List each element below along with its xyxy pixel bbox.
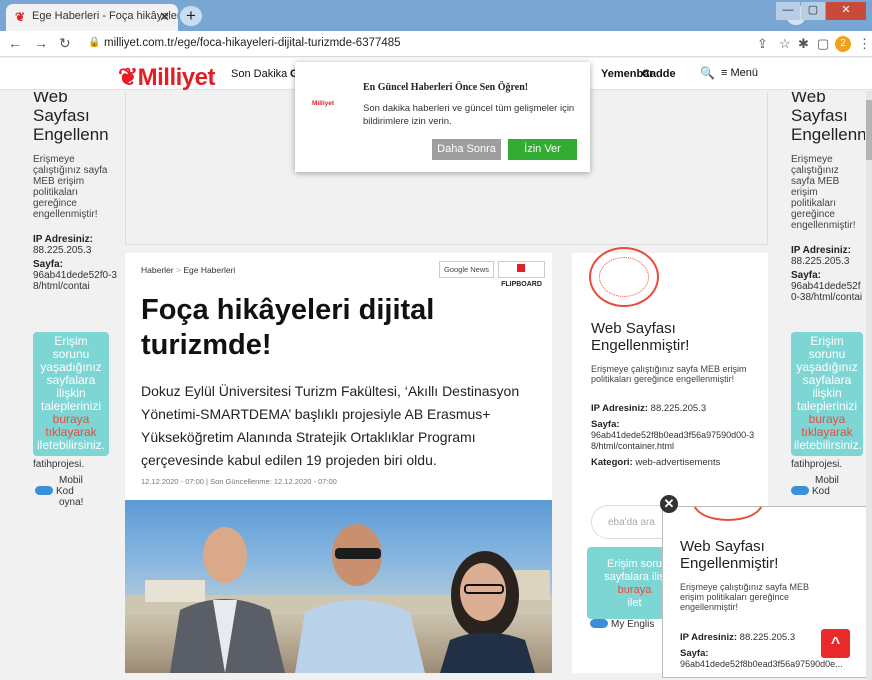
meb-seal-inner	[599, 257, 649, 297]
page-value: 96ab41dede52f0-38/html/contai	[33, 270, 117, 292]
request-link[interactable]: buraya tıklayarak	[801, 412, 852, 439]
article-photo	[125, 500, 552, 673]
browser-tab-bar: ❦ Ege Haberleri - Foça hikâyeleri di ✕ +…	[0, 0, 872, 31]
side-panel-icon[interactable]: ▢	[817, 36, 829, 52]
menu-button[interactable]: ≡ Menü	[721, 67, 758, 79]
browser-tab[interactable]: ❦ Ege Haberleri - Foça hikâyeleri di ✕	[6, 4, 178, 31]
maximize-button[interactable]: ▢	[801, 2, 825, 20]
left-blocked-panel: Web Sayfası Engellenn Erişmeye çalıştığı…	[33, 92, 123, 512]
mobil-kod-link[interactable]: Mobil Kod	[791, 475, 861, 497]
flipboard-icon	[516, 264, 525, 272]
later-button[interactable]: Daha Sonra	[432, 139, 501, 160]
extensions-icon[interactable]: ✱	[798, 36, 809, 52]
float-page-value: 96ab41dede52f8b0ead3f56a97590d0e...	[680, 659, 843, 669]
card-kategori-value: web-advertisements	[635, 457, 721, 468]
my-english-link[interactable]: My Englis	[590, 619, 654, 630]
close-window-button[interactable]: ✕	[826, 2, 866, 20]
address-bar[interactable]: 🔒 milliyet.com.tr/ege/foca-hikayeleri-di…	[86, 34, 746, 54]
blocked-message: Erişmeye çalıştığınız sayfa MEB erişim p…	[33, 154, 108, 220]
vertical-scrollbar[interactable]	[866, 91, 872, 680]
fatih-link[interactable]: fatihprojesi.	[791, 459, 842, 470]
card-ip-value: 88.225.205.3	[650, 403, 707, 414]
card-page-value: 96ab41dede52f8b0ead3f56a97590d00-38/html…	[591, 430, 755, 451]
share-icon[interactable]: ⇪	[757, 36, 768, 52]
card-ip-label: IP Adresiniz:	[591, 403, 649, 414]
search-icon[interactable]: 🔍	[700, 66, 715, 80]
new-tab-button[interactable]: +	[180, 6, 202, 26]
game-icon	[35, 486, 53, 495]
right-blocked-panel: Web Sayfası Engellenn Erişmeye çalıştığı…	[791, 92, 865, 512]
access-request-box[interactable]: Erişim sorunu yaşadığınız sayfalara iliş…	[791, 332, 863, 456]
request-link[interactable]: buraya tıklayarak	[45, 412, 96, 439]
article-dates: 12.12.2020 - 07:00 | Son Güncellenme: 12…	[141, 477, 337, 486]
scrollbar-thumb[interactable]	[866, 100, 872, 160]
popup-text: Son dakika haberleri ve güncel tüm geliş…	[363, 103, 575, 127]
tab-close-icon[interactable]: ✕	[159, 9, 170, 25]
milliyet-favicon-icon: ❦	[15, 10, 26, 24]
url-text: milliyet.com.tr/ege/foca-hikayeleri-diji…	[104, 37, 401, 49]
allow-button[interactable]: İzin Ver	[508, 139, 577, 160]
game-icon	[791, 486, 809, 495]
reload-icon[interactable]: ↻	[59, 35, 71, 52]
bookmark-star-icon[interactable]: ☆	[779, 36, 791, 52]
card-blocked-title: Web Sayfası Engellenmiştir!	[591, 320, 690, 354]
article-card: Haberler > Ege Haberleri Google News FLI…	[125, 253, 552, 673]
tab-title: Ege Haberleri - Foça hikâyeleri di	[32, 10, 178, 22]
chevron-up-icon: ^	[830, 635, 841, 652]
game-icon	[590, 619, 608, 628]
breadcrumb-separator: >	[175, 265, 181, 275]
google-news-button[interactable]: Google News	[439, 261, 494, 278]
flame-icon: ❦	[118, 64, 138, 91]
page-value: 96ab41dede52f0-38/html/contai	[791, 281, 863, 303]
close-overlay-icon[interactable]: ✕	[660, 495, 678, 513]
page-label: Sayfa:	[791, 270, 822, 281]
article-summary: Dokuz Eylül Üniversitesi Turizm Fakültes…	[141, 383, 520, 468]
breadcrumb: Haberler > Ege Haberleri	[141, 265, 235, 275]
card-blocked-message: Erişmeye çalıştığınız sayfa MEB erişim p…	[591, 364, 747, 384]
browser-menu-icon[interactable]: ⋮	[858, 36, 871, 52]
nav-son-dakika[interactable]: Son Dakika	[231, 68, 287, 80]
lock-icon[interactable]: 🔒	[88, 37, 100, 48]
page-label: Sayfa:	[33, 259, 64, 270]
card-kategori-label: Kategori:	[591, 457, 633, 468]
float-ip-label: IP Adresiniz:	[680, 632, 738, 643]
card-page-label: Sayfa:	[591, 419, 620, 430]
blocked-message: Erişmeye çalıştığınız sayfa MEB erişim p…	[791, 154, 856, 231]
back-icon[interactable]: ←	[8, 35, 22, 51]
popup-title: En Güncel Haberleri Önce Sen Öğren!	[363, 82, 529, 93]
window-controls: — ▢ ✕	[776, 2, 866, 20]
profile-avatar[interactable]: 2	[835, 36, 851, 52]
float-blocked-title: Web Sayfası Engellenmiştir!	[680, 538, 779, 572]
blocked-title: Web Sayfası Engellenn	[33, 92, 109, 144]
browser-toolbar: ← → ↻ 🔒 milliyet.com.tr/ege/foca-hikayel…	[0, 31, 872, 57]
milliyet-logo[interactable]: ❦Milliyet	[118, 63, 215, 92]
blocked-title: Web Sayfası Engellenn	[791, 92, 865, 144]
breadcrumb-ege-haberleri[interactable]: Ege Haberleri	[183, 265, 235, 275]
popup-milliyet-logo: Milliyet	[312, 100, 335, 107]
ip-value: 88.225.205.3	[791, 256, 850, 267]
float-ip-value: 88.225.205.3	[739, 632, 796, 643]
float-blocked-message: Erişmeye çalıştığınız sayfa MEB erişim p…	[680, 582, 810, 612]
flipboard-button[interactable]: FLIPBOARD	[498, 261, 545, 288]
article-headline: Foça hikâyeleri dijital turizmde!	[141, 294, 435, 361]
ip-label: IP Adresiniz:	[33, 234, 94, 245]
ip-value: 88.225.205.3	[33, 245, 92, 256]
fatih-link[interactable]: fatihprojesi.	[33, 459, 84, 470]
minimize-button[interactable]: —	[776, 2, 800, 20]
mobil-kod-link[interactable]: Mobil Kod oyna!	[35, 475, 105, 508]
forward-icon[interactable]: →	[34, 35, 48, 51]
nav-cadde[interactable]: Cadde	[642, 68, 676, 80]
ip-label: IP Adresiniz:	[791, 245, 852, 256]
access-request-box[interactable]: Erişim sorunu yaşadığınız sayfalara iliş…	[33, 332, 109, 456]
scroll-to-top-button[interactable]: ^	[821, 629, 850, 658]
people-photo-illustration	[125, 524, 552, 673]
breadcrumb-haberler[interactable]: Haberler	[141, 265, 174, 275]
meb-seal-icon	[693, 507, 763, 521]
notification-permission-popup: En Güncel Haberleri Önce Sen Öğren! Mill…	[295, 62, 590, 172]
card-body: Web Sayfası Engellenmiştir! Erişmeye çal…	[591, 320, 761, 468]
